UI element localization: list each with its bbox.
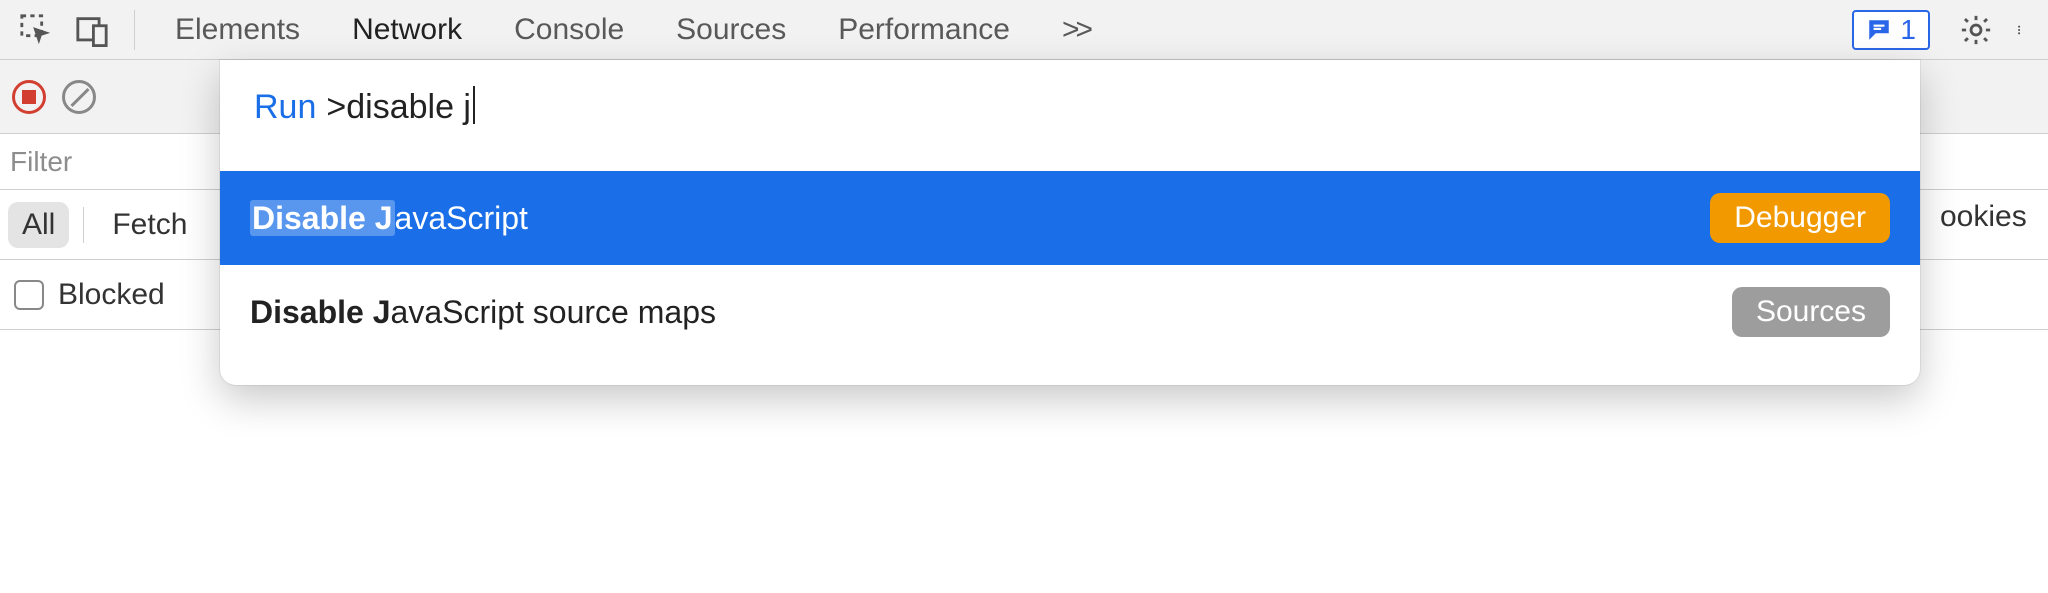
tab-performance[interactable]: Performance xyxy=(812,0,1036,60)
inspect-element-icon[interactable] xyxy=(8,2,64,58)
tab-label: Elements xyxy=(175,13,300,47)
issues-indicator[interactable]: 1 xyxy=(1852,10,1930,50)
settings-icon[interactable] xyxy=(1948,2,2004,58)
tab-network[interactable]: Network xyxy=(326,0,488,60)
command-query: >disable j xyxy=(326,86,475,127)
command-result-label: Disable JavaScript source maps xyxy=(250,294,716,331)
command-result[interactable]: Disable JavaScript Debugger xyxy=(220,171,1920,265)
divider xyxy=(83,207,84,243)
tab-label: Console xyxy=(514,13,624,47)
command-result[interactable]: Disable JavaScript source maps Sources xyxy=(220,265,1920,359)
command-result-badge: Debugger xyxy=(1710,193,1890,243)
divider xyxy=(134,10,135,50)
device-toolbar-icon[interactable] xyxy=(64,2,120,58)
blocked-checkbox[interactable] xyxy=(14,280,44,310)
record-button[interactable] xyxy=(12,80,46,114)
run-prefix: Run xyxy=(254,88,316,127)
peek-cookies: ookies xyxy=(1940,200,2048,234)
clear-icon[interactable] xyxy=(62,80,96,114)
filter-all[interactable]: All xyxy=(8,202,69,248)
blocked-label: Blocked xyxy=(58,278,165,312)
tab-label: Performance xyxy=(838,13,1010,47)
tab-console[interactable]: Console xyxy=(488,0,650,60)
command-query-row[interactable]: Run >disable j xyxy=(220,60,1920,171)
chat-icon xyxy=(1866,17,1892,43)
issues-count: 1 xyxy=(1900,14,1916,46)
command-palette: Run >disable j Disable JavaScript Debugg… xyxy=(220,60,1920,385)
tab-sources[interactable]: Sources xyxy=(650,0,812,60)
tab-label: Sources xyxy=(676,13,786,47)
tab-elements[interactable]: Elements xyxy=(149,0,326,60)
palette-bottom-pad xyxy=(220,359,1920,385)
more-menu-icon[interactable] xyxy=(2004,2,2040,58)
tabs-overflow[interactable]: >> xyxy=(1036,0,1115,60)
devtools-tabs: Elements Network Console Sources Perform… xyxy=(0,0,2048,60)
command-result-label: Disable JavaScript xyxy=(250,200,528,237)
stop-icon xyxy=(22,90,36,104)
text-caret xyxy=(473,86,475,124)
filter-input[interactable]: Filter xyxy=(10,146,72,178)
overflow-glyph: >> xyxy=(1062,13,1089,47)
filter-fetch[interactable]: Fetch xyxy=(98,202,201,248)
command-result-badge: Sources xyxy=(1732,287,1890,337)
tab-label: Network xyxy=(352,13,462,47)
